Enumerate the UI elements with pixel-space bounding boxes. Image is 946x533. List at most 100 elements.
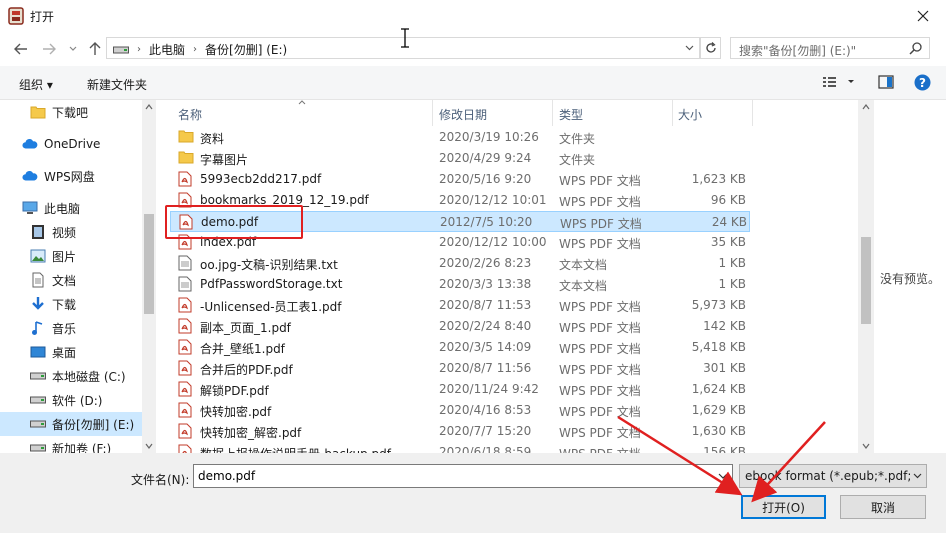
breadcrumb-drive-e[interactable]: 备份[勿删] (E:) (205, 41, 287, 58)
column-divider[interactable] (552, 100, 553, 126)
column-header-size[interactable]: 大小 (678, 106, 702, 123)
sidebar-item-12[interactable]: 备份[勿删] (E:) (0, 412, 142, 436)
sidebar-item-0[interactable]: 下载吧 (0, 100, 142, 124)
sidebar-item-5[interactable]: 图片 (0, 244, 142, 268)
file-list-scrollbar[interactable] (858, 100, 874, 453)
arrow-left-icon (14, 43, 27, 55)
folder-icon (178, 129, 194, 145)
new-folder-button[interactable]: 新建文件夹 (87, 76, 147, 93)
file-size: 1,630 KB (691, 424, 746, 438)
sidebar-item-label: 下载 (52, 297, 77, 312)
file-type: WPS PDF 文档 (559, 195, 641, 209)
cloud-icon (22, 136, 38, 152)
app-icon (8, 7, 24, 25)
column-header-date[interactable]: 修改日期 (439, 106, 487, 123)
file-type: WPS PDF 文档 (559, 342, 641, 356)
preview-pane-button[interactable] (878, 74, 894, 93)
address-dropdown-button[interactable] (679, 38, 699, 58)
column-header-row: 名称 修改日期 类型 大小 (166, 100, 858, 126)
scroll-thumb[interactable] (144, 214, 154, 314)
navigation-pane: 下载吧 OneDrive WPS网盘此电脑 视频 图片 文档下载音乐桌面本地磁盘 (C:)… (0, 100, 156, 453)
file-row[interactable]: 快转加密.pdf 2020/4/16 8:53 WPS PDF 文档 1,629 KB (170, 400, 750, 421)
file-row[interactable]: PdfPasswordStorage.txt 2020/3/3 13:38 文本文档… (170, 274, 750, 295)
chevron-right-icon: › (137, 44, 141, 55)
sidebar-item-11[interactable]: 软件 (D:) (0, 388, 142, 412)
file-name: 资料 (200, 132, 225, 146)
file-date: 2020/5/16 9:20 (439, 172, 532, 186)
refresh-button[interactable] (700, 37, 721, 59)
file-name: PdfPasswordStorage.txt (200, 277, 343, 291)
back-button[interactable] (12, 40, 30, 58)
sidebar-item-3[interactable]: 此电脑 (0, 196, 142, 220)
sidebar-item-9[interactable]: 桌面 (0, 340, 142, 364)
file-date: 2020/2/24 8:40 (439, 319, 532, 333)
column-header-type[interactable]: 类型 (559, 106, 583, 123)
up-button[interactable] (86, 40, 104, 58)
column-divider[interactable] (752, 100, 753, 126)
sidebar-item-label: 软件 (D:) (52, 393, 103, 408)
chevron-down-icon (913, 473, 922, 479)
file-type: WPS PDF 文档 (559, 363, 641, 377)
cancel-button[interactable]: 取消 (840, 495, 926, 519)
file-size: 156 KB (703, 445, 746, 453)
file-size: 96 KB (710, 193, 746, 207)
file-row[interactable]: -Unlicensed-员工表1.pdf 2020/8/7 11:53 WPS PD… (170, 295, 750, 316)
file-type-select[interactable]: ebook format (*.epub;*.pdf;* (739, 464, 927, 488)
organize-button[interactable]: 组织 ▾ (19, 76, 53, 93)
file-row[interactable]: 快转加密_解密.pdf 2020/7/7 15:20 WPS PDF 文档 1,630… (170, 421, 750, 442)
file-row[interactable]: 解锁PDF.pdf 2020/11/24 9:42 WPS PDF 文档 1,624 … (170, 379, 750, 400)
picture-icon (30, 248, 46, 264)
view-options-button[interactable] (822, 74, 856, 93)
sidebar-item-7[interactable]: 下载 (0, 292, 142, 316)
column-divider[interactable] (432, 100, 433, 126)
sidebar-item-8[interactable]: 音乐 (0, 316, 142, 340)
file-row[interactable]: 字幕图片 2020/4/29 9:24 文件夹 (170, 148, 750, 169)
sidebar-item-1[interactable]: OneDrive (0, 132, 142, 156)
sidebar-item-6[interactable]: 文档 (0, 268, 142, 292)
file-date: 2020/2/26 8:23 (439, 256, 532, 270)
filename-field[interactable] (193, 464, 733, 488)
column-divider[interactable] (672, 100, 673, 126)
forward-button[interactable] (40, 40, 58, 58)
chevron-down-icon[interactable] (716, 468, 730, 484)
sidebar-item-10[interactable]: 本地磁盘 (C:) (0, 364, 142, 388)
sidebar-item-label: 桌面 (52, 345, 77, 360)
file-size: 1,623 KB (691, 172, 746, 186)
open-file-dialog: 打开 › 此电脑 › 备份[勿删] (E:) 搜索"备份[勿删] (E:)" 组… (0, 0, 946, 533)
sort-ascending-icon (298, 100, 306, 105)
file-name: 副本_页面_1.pdf (200, 321, 291, 335)
sidebar-item-4[interactable]: 视频 (0, 220, 142, 244)
file-date: 2020/3/19 10:26 (439, 130, 539, 144)
file-size: 24 KB (711, 215, 747, 229)
file-row[interactable]: 副本_页面_1.pdf 2020/2/24 8:40 WPS PDF 文档 142 K… (170, 316, 750, 337)
recent-locations-button[interactable] (64, 40, 82, 58)
drive-icon (30, 440, 46, 453)
no-preview-text: 没有预览。 (880, 272, 941, 286)
help-button[interactable]: ? (914, 74, 931, 94)
breadcrumb-this-pc[interactable]: 此电脑 (149, 41, 185, 58)
file-date: 2020/8/7 11:56 (439, 361, 532, 375)
file-row[interactable]: 资料 2020/3/19 10:26 文件夹 (170, 127, 750, 148)
file-row[interactable]: oo.jpg-文稿-识别结果.txt 2020/2/26 8:23 文本文档 1 KB (170, 253, 750, 274)
close-button[interactable] (900, 0, 946, 32)
file-name: 合并后的PDF.pdf (200, 363, 293, 377)
scroll-thumb[interactable] (861, 237, 871, 324)
file-name: 5993ecb2dd217.pdf (200, 172, 322, 186)
file-date: 2020/6/18 8:59 (439, 445, 532, 453)
column-header-name[interactable]: 名称 (178, 106, 202, 123)
file-name: 快转加密.pdf (200, 405, 272, 419)
file-date: 2020/11/24 9:42 (439, 382, 539, 396)
file-row[interactable]: 数据上报操作说明手册-backup.pdf 2020/6/18 8:59 WPS P… (170, 442, 750, 453)
sidebar-item-13[interactable]: 新加卷 (F:) (0, 436, 142, 453)
file-name: -Unlicensed-员工表1.pdf (200, 300, 342, 314)
navigation-scrollbar[interactable] (142, 100, 156, 453)
file-row[interactable]: 合并后的PDF.pdf 2020/8/7 11:56 WPS PDF 文档 301 K… (170, 358, 750, 379)
open-button[interactable]: 打开(O) (741, 495, 826, 519)
file-size: 5,973 KB (691, 298, 746, 312)
sidebar-item-2[interactable]: WPS网盘 (0, 164, 142, 188)
search-box[interactable]: 搜索"备份[勿删] (E:)" (730, 37, 930, 59)
file-row[interactable]: 合并_壁纸1.pdf 2020/3/5 14:09 WPS PDF 文档 5,418 … (170, 337, 750, 358)
file-row[interactable]: 5993ecb2dd217.pdf 2020/5/16 9:20 WPS PDF 文… (170, 169, 750, 190)
file-size: 5,418 KB (691, 340, 746, 354)
filename-input[interactable] (194, 465, 714, 487)
